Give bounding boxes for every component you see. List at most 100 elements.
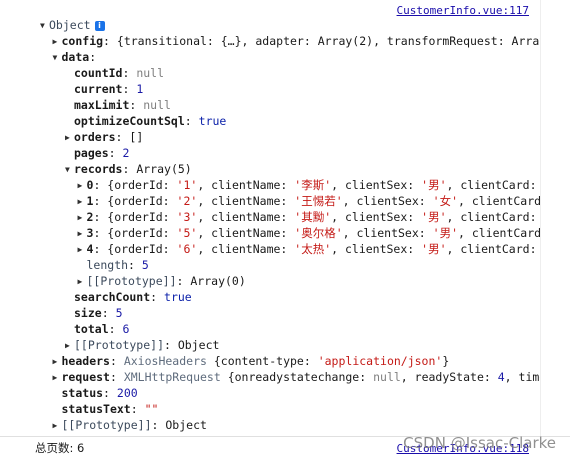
tree-row[interactable]: ▶ [[Prototype]]: Array(0) — [78, 273, 246, 289]
tree-row[interactable]: ▶ 1: {orderId: '2', clientName: '王惕若', cl… — [78, 193, 541, 209]
property-key: [[Prototype]] — [74, 338, 165, 352]
property-value: '奥尔格' — [294, 226, 343, 240]
info-icon[interactable]: i — [94, 21, 105, 31]
colon: : — [150, 290, 165, 304]
colon: : — [93, 210, 108, 224]
property-value: , clientSex: — [331, 242, 422, 256]
property-value: '1' — [176, 178, 198, 192]
property-key: maxLimit — [74, 98, 130, 112]
tree-row[interactable]: ▶ 3: {orderId: '5', clientName: '奥尔格', cl… — [78, 225, 541, 241]
property-value: {content-type: — [213, 354, 318, 368]
property-value: {orderId: — [107, 226, 177, 240]
property-value: {orderId: — [107, 210, 177, 224]
property-value: {orderId: — [107, 178, 177, 192]
property-value: Array(0) — [190, 274, 246, 288]
property-value: '男' — [421, 242, 447, 256]
property-value: {orderId: — [107, 242, 177, 256]
expand-triangle-icon[interactable]: ▶ — [65, 338, 74, 354]
property-value: Object — [165, 418, 207, 432]
expand-triangle-icon[interactable]: ▶ — [53, 34, 62, 50]
property-value: , clientSex: — [331, 210, 422, 224]
property-key: pages — [74, 146, 109, 160]
property-key: length — [86, 258, 129, 272]
property-value: '李斯' — [294, 178, 332, 192]
property-value: 200 — [116, 386, 138, 400]
property-value: Array(5) — [136, 162, 192, 176]
property-value: , clientCard: — [458, 226, 540, 240]
collapse-triangle-icon[interactable]: ▼ — [65, 162, 74, 178]
property-key: request — [61, 370, 110, 384]
colon: : — [93, 194, 108, 208]
colon: : — [101, 306, 116, 320]
property-value: '男' — [421, 178, 447, 192]
property-value: '女' — [432, 194, 458, 208]
property-value: , readyState: — [400, 370, 498, 384]
property-key: [[Prototype]] — [86, 274, 177, 288]
expand-triangle-icon[interactable]: ▶ — [78, 178, 87, 194]
property-value: , clientName: — [197, 226, 295, 240]
colon: : — [109, 370, 124, 384]
tree-row[interactable]: ▶ headers: AxiosHeaders {content-type: 'a… — [53, 353, 450, 369]
source-link[interactable]: CustomerInfo.vue:117 — [397, 4, 529, 17]
tree-row: size: 5 — [65, 305, 123, 321]
expand-triangle-icon[interactable]: ▶ — [78, 226, 87, 242]
colon: : — [176, 274, 191, 288]
expand-triangle-icon[interactable]: ▶ — [78, 210, 87, 226]
expand-triangle-icon[interactable]: ▶ — [53, 370, 62, 386]
tree-row[interactable]: ▼ Object i — [40, 17, 105, 33]
expand-triangle-icon[interactable]: ▶ — [65, 130, 74, 146]
tree-row: total: 6 — [65, 321, 129, 337]
property-value: } — [442, 354, 450, 368]
tree-row[interactable]: ▶ 0: {orderId: '1', clientName: '李斯', cli… — [78, 177, 541, 193]
property-value: 5 — [115, 306, 123, 320]
expand-triangle-icon[interactable]: ▶ — [53, 354, 62, 370]
tree-row: pages: 2 — [65, 145, 129, 161]
tree-row[interactable]: ▶ [[Prototype]]: Object — [53, 417, 207, 433]
tree-row[interactable]: ▶ config: {transitional: {…}, adapter: Ar… — [53, 33, 541, 49]
property-value: , clientCard: — [446, 210, 540, 224]
expand-triangle-icon[interactable]: ▶ — [78, 242, 87, 258]
collapse-triangle-icon[interactable]: ▼ — [53, 50, 62, 66]
tree-row[interactable]: ▶ orders: [] — [65, 129, 143, 145]
colon: : — [122, 162, 137, 176]
tree-row[interactable]: ▶ 2: {orderId: '3', clientName: '其黝', cli… — [78, 209, 541, 225]
property-value: '太热' — [294, 242, 332, 256]
watermark: CSDN @Issac-Clarke — [403, 434, 556, 452]
tree-row: status: 200 — [53, 385, 138, 401]
colon: : — [151, 418, 166, 432]
colon: : — [108, 146, 123, 160]
property-value: , clientName: — [197, 194, 295, 208]
property-key: current — [74, 82, 123, 96]
property-value: 6 — [122, 322, 130, 336]
collapse-triangle-icon[interactable]: ▼ — [40, 18, 49, 34]
property-value: , timeou — [504, 370, 540, 384]
expand-triangle-icon[interactable]: ▶ — [78, 194, 87, 210]
tree-row: current: 1 — [65, 81, 143, 97]
colon: : — [93, 178, 108, 192]
property-key: headers — [61, 354, 110, 368]
property-key: records — [74, 162, 123, 176]
tree-row: optimizeCountSql: true — [65, 113, 226, 129]
expand-triangle-icon[interactable]: ▶ — [53, 418, 62, 434]
property-value: 1 — [136, 82, 144, 96]
property-key: total — [74, 322, 109, 336]
colon: : — [128, 258, 142, 272]
tree-row: statusText: "" — [53, 401, 159, 417]
property-value: '其黝' — [294, 210, 332, 224]
property-value: 5 — [141, 258, 149, 272]
tree-row[interactable]: ▼ data: — [53, 49, 97, 65]
property-value: '3' — [176, 210, 198, 224]
tree-row[interactable]: ▶ request: XMLHttpRequest {onreadystatech… — [53, 369, 541, 385]
tree-row[interactable]: ▼ records: Array(5) — [65, 161, 192, 177]
property-value: {onreadystatechange: — [227, 370, 374, 384]
expand-triangle-icon[interactable]: ▶ — [78, 274, 87, 290]
tree-row[interactable]: ▶ [[Prototype]]: Object — [65, 337, 219, 353]
property-value: , clientName: — [197, 210, 295, 224]
property-key: countId — [74, 66, 123, 80]
colon: : — [130, 402, 145, 416]
panel-divider — [540, 0, 541, 436]
property-value: , clientSex: — [342, 194, 433, 208]
tree-row[interactable]: ▶ 4: {orderId: '6', clientName: '太热', cli… — [78, 241, 541, 257]
property-value: true — [164, 290, 192, 304]
property-value: {orderId: — [107, 194, 177, 208]
